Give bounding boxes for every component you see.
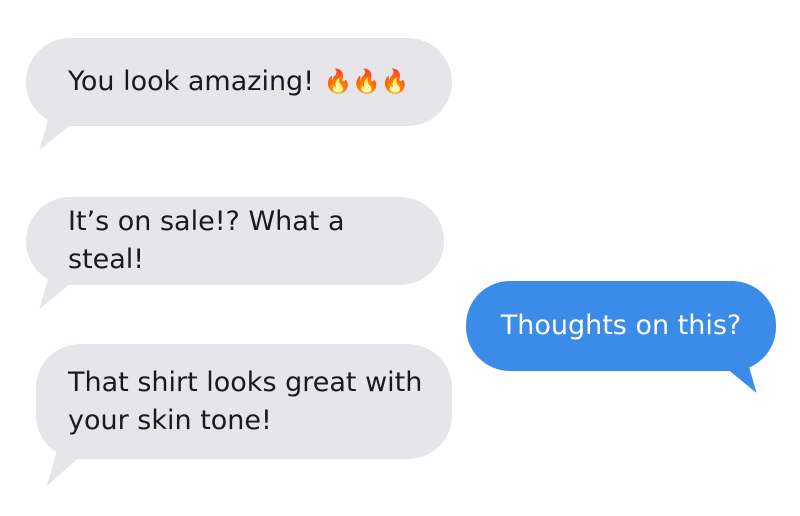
message-bubble-outgoing[interactable]: Thoughts on this? bbox=[466, 281, 776, 371]
incoming-bubble-tail bbox=[46, 450, 88, 486]
message-text-body: You look amazing! bbox=[68, 66, 315, 97]
message-text: That shirt looks great with your skin to… bbox=[68, 366, 423, 436]
fire-emoji-icon: 🔥🔥🔥 bbox=[323, 69, 410, 95]
incoming-bubble-tail bbox=[39, 277, 79, 309]
message-bubble-incoming[interactable]: That shirt looks great with your skin to… bbox=[36, 344, 452, 459]
message-text: Thoughts on this? bbox=[500, 310, 742, 341]
message-text: You look amazing! 🔥🔥🔥 bbox=[68, 63, 410, 101]
message-text: It’s on sale!? What a steal! bbox=[68, 206, 345, 275]
message-bubble-incoming[interactable]: You look amazing! 🔥🔥🔥 bbox=[26, 38, 452, 126]
message-bubble-incoming[interactable]: It’s on sale!? What a steal! bbox=[26, 197, 444, 285]
incoming-bubble-tail bbox=[39, 118, 79, 150]
